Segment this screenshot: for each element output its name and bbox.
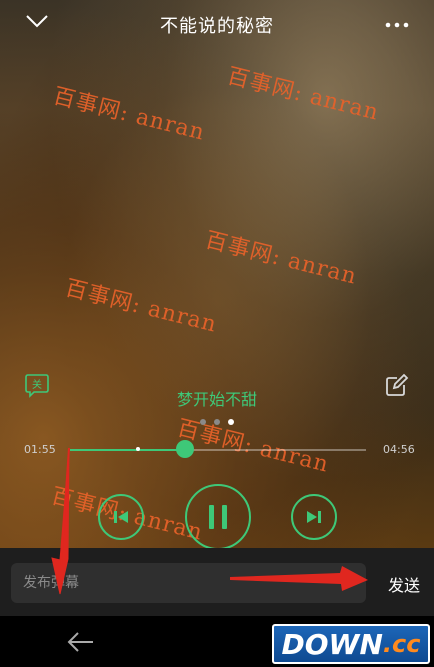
previous-track-button[interactable]	[98, 494, 144, 540]
send-button[interactable]: 发送	[388, 572, 420, 596]
next-track-button[interactable]	[291, 494, 337, 540]
edit-icon[interactable]	[384, 372, 410, 398]
logo-text: DOWN	[281, 627, 383, 661]
danmaku-bar: 发送	[0, 548, 434, 616]
progress-bar[interactable]	[70, 440, 366, 458]
progress-fill	[70, 449, 186, 451]
back-arrow-icon[interactable]	[66, 630, 96, 654]
logo-suffix: .cc	[382, 630, 421, 658]
progress-knob[interactable]	[176, 440, 195, 458]
song-title: 不能说的秘密	[160, 16, 274, 37]
pause-icon	[209, 505, 227, 529]
system-nav-bar: DOWN .cc	[0, 616, 434, 667]
current-lyric-line: 梦开始不甜	[176, 390, 257, 409]
total-duration: 04:56	[383, 443, 415, 456]
page-dot	[200, 419, 206, 425]
page-dot	[214, 419, 220, 425]
page-dot-active	[228, 419, 234, 425]
danmaku-input[interactable]	[11, 563, 366, 603]
top-bar: 不能说的秘密	[0, 0, 434, 48]
skip-next-icon	[307, 511, 321, 523]
elapsed-time: 01:55	[24, 443, 56, 456]
down-cc-logo: DOWN .cc	[272, 624, 430, 664]
skip-previous-icon	[114, 511, 128, 523]
lyrics-page-indicator	[200, 419, 240, 427]
more-options-icon[interactable]	[384, 16, 410, 28]
pause-button[interactable]	[185, 484, 251, 550]
